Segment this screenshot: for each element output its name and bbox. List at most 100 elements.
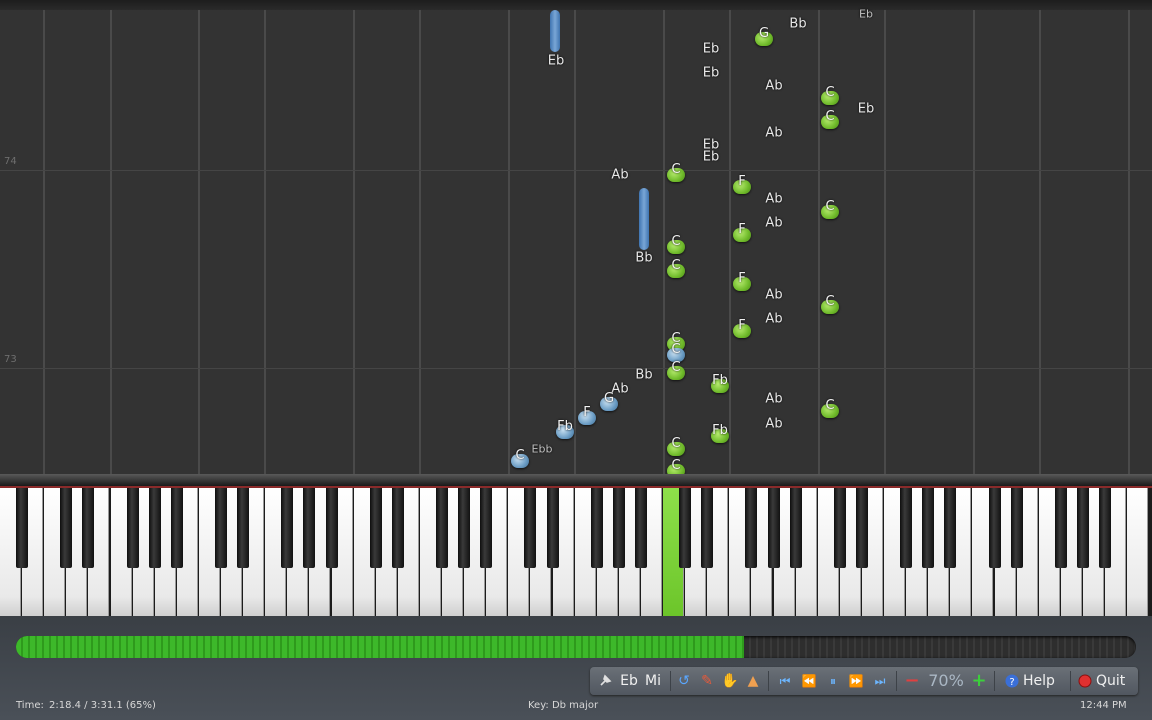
top-edge bbox=[0, 0, 1152, 10]
grid-line bbox=[1128, 10, 1130, 478]
black-key[interactable] bbox=[369, 488, 382, 568]
black-key[interactable] bbox=[701, 488, 714, 568]
keyboard-divider bbox=[0, 474, 1152, 486]
black-key[interactable] bbox=[944, 488, 957, 568]
black-key[interactable] bbox=[855, 488, 868, 568]
note-bar bbox=[639, 188, 649, 250]
note-green: C bbox=[667, 436, 685, 456]
measure-line bbox=[0, 170, 1152, 171]
note-blue: F bbox=[578, 405, 596, 425]
note-green: C bbox=[667, 234, 685, 254]
grid-line bbox=[264, 10, 266, 478]
black-key[interactable] bbox=[1076, 488, 1089, 568]
note-label: Eb bbox=[547, 53, 565, 69]
black-key[interactable] bbox=[170, 488, 183, 568]
black-key[interactable] bbox=[922, 488, 935, 568]
hand-icon[interactable]: ✋ bbox=[721, 667, 739, 695]
black-key[interactable] bbox=[679, 488, 692, 568]
note-green: Fb bbox=[711, 423, 729, 443]
zoom-out-icon[interactable]: − bbox=[903, 667, 921, 695]
quit-button[interactable]: Quit bbox=[1096, 667, 1134, 695]
separator bbox=[1070, 671, 1071, 691]
zoom-in-icon[interactable]: + bbox=[970, 667, 988, 695]
black-key[interactable] bbox=[148, 488, 161, 568]
black-key[interactable] bbox=[524, 488, 537, 568]
note-label: Ab bbox=[765, 311, 783, 327]
note-label: Ab bbox=[765, 416, 783, 432]
midi-button[interactable]: Mi bbox=[642, 667, 664, 695]
time-value: 2:18.4 / 3:31.1 (65%) bbox=[49, 700, 156, 711]
note-green: C bbox=[667, 258, 685, 278]
note-green: C bbox=[821, 199, 839, 219]
black-key[interactable] bbox=[1010, 488, 1023, 568]
black-key[interactable] bbox=[82, 488, 95, 568]
white-key[interactable] bbox=[1127, 488, 1149, 616]
black-key[interactable] bbox=[281, 488, 294, 568]
black-key[interactable] bbox=[126, 488, 139, 568]
black-key[interactable] bbox=[325, 488, 338, 568]
black-key[interactable] bbox=[833, 488, 846, 568]
note-green: Fb bbox=[711, 373, 729, 393]
quit-icon[interactable] bbox=[1077, 667, 1093, 695]
black-key[interactable] bbox=[458, 488, 471, 568]
skip-end-icon[interactable]: ⏭ bbox=[871, 667, 889, 695]
svg-text:?: ? bbox=[1009, 677, 1014, 688]
note-green: C bbox=[667, 162, 685, 182]
black-key[interactable] bbox=[546, 488, 559, 568]
black-key[interactable] bbox=[590, 488, 603, 568]
control-toolbar: Eb Mi ↺ ✎ ✋ ▲ ⏮ ⏪ ⏸ ⏩ ⏭ − 70% + ? Help Q… bbox=[590, 667, 1138, 695]
piano-roll: 74 73 Eb Bb Eb G Eb Eb Ab C Eb C Ab Eb E… bbox=[0, 0, 1152, 478]
grid-line bbox=[884, 10, 886, 478]
black-key[interactable] bbox=[612, 488, 625, 568]
note-label: Ab bbox=[765, 391, 783, 407]
black-key[interactable] bbox=[303, 488, 316, 568]
note-green: G bbox=[755, 26, 773, 46]
help-button[interactable]: Help bbox=[1023, 667, 1063, 695]
black-key[interactable] bbox=[237, 488, 250, 568]
black-key[interactable] bbox=[634, 488, 647, 568]
note-label: Eb bbox=[857, 101, 875, 117]
fast-forward-icon[interactable]: ⏩ bbox=[847, 667, 865, 695]
note-green: C bbox=[821, 398, 839, 418]
piano-keyboard bbox=[0, 486, 1152, 618]
note-label: Eb bbox=[859, 7, 873, 21]
separator bbox=[768, 671, 769, 691]
note-labels-button[interactable]: Eb bbox=[618, 667, 640, 695]
note-label: Bb bbox=[635, 250, 653, 266]
note-green: F bbox=[733, 271, 751, 291]
song-progress-bar[interactable] bbox=[16, 636, 1136, 658]
black-key[interactable] bbox=[16, 488, 29, 568]
note-label: Ebb bbox=[531, 442, 553, 456]
note-green: C bbox=[667, 360, 685, 380]
black-key[interactable] bbox=[436, 488, 448, 568]
black-key[interactable] bbox=[988, 488, 1001, 568]
rewind-icon[interactable]: ⏪ bbox=[800, 667, 818, 695]
skip-start-icon[interactable]: ⏮ bbox=[776, 667, 794, 695]
black-key[interactable] bbox=[900, 488, 913, 568]
black-key[interactable] bbox=[391, 488, 404, 568]
black-key[interactable] bbox=[767, 488, 780, 568]
pause-icon[interactable]: ⏸ bbox=[824, 667, 842, 695]
black-key[interactable] bbox=[60, 488, 73, 568]
pin-icon[interactable] bbox=[596, 667, 614, 695]
black-key[interactable] bbox=[480, 488, 493, 568]
black-key[interactable] bbox=[745, 488, 758, 568]
note-label: Eb bbox=[702, 41, 720, 57]
note-label: Ab bbox=[611, 167, 629, 183]
grid-line bbox=[419, 10, 421, 478]
black-key[interactable] bbox=[789, 488, 802, 568]
time-label: Time: bbox=[16, 700, 44, 711]
grid-line bbox=[508, 10, 510, 478]
black-key[interactable] bbox=[215, 488, 227, 568]
black-key[interactable] bbox=[1099, 488, 1111, 568]
note-label: Ab bbox=[765, 125, 783, 141]
undo-icon[interactable]: ↺ bbox=[675, 667, 693, 695]
pencil-icon[interactable]: ✎ bbox=[698, 667, 716, 695]
grid-line bbox=[574, 10, 576, 478]
metronome-icon[interactable]: ▲ bbox=[744, 667, 762, 695]
help-icon[interactable]: ? bbox=[1003, 667, 1021, 695]
black-key[interactable] bbox=[1054, 488, 1067, 568]
note-bar bbox=[550, 10, 560, 52]
grid-line bbox=[1039, 10, 1041, 478]
measure-number: 73 bbox=[4, 354, 17, 365]
